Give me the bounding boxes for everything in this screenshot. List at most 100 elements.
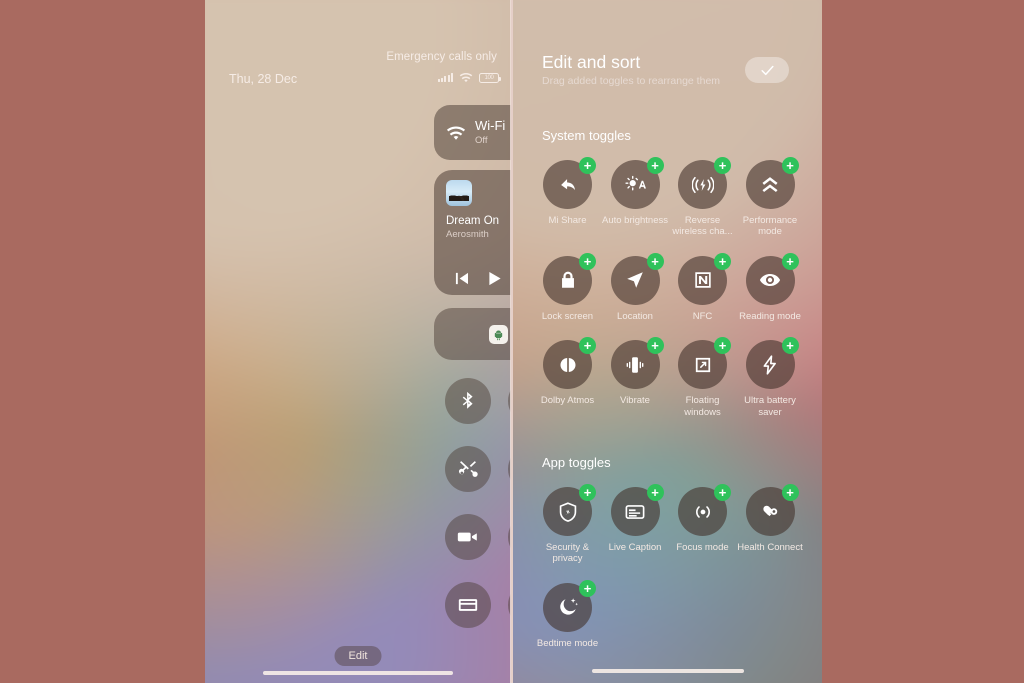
toggle-circle[interactable]: +: [610, 157, 664, 209]
toggle-label: Lock screen: [541, 310, 594, 322]
app-toggles-grid: + Security & privacy + Live Caption + Focus m…: [534, 484, 804, 649]
quick-toggle-bluetooth[interactable]: [444, 378, 491, 424]
toggle-label: Reading mode: [739, 310, 801, 322]
edit-toggle-item[interactable]: + Reading mode: [737, 252, 804, 322]
live-caption-icon: [624, 501, 646, 523]
edit-toggle-item[interactable]: + Security & privacy: [534, 484, 601, 565]
add-toggle-badge[interactable]: +: [579, 337, 596, 355]
album-art: [446, 180, 472, 206]
add-toggle-badge[interactable]: +: [646, 484, 664, 501]
add-toggle-badge[interactable]: +: [579, 579, 596, 597]
wifi-tile[interactable]: Wi-Fi Off: [434, 105, 511, 160]
wifi-tile-subtitle: Off: [475, 134, 488, 146]
auto-brightness-icon: [624, 174, 646, 196]
add-toggle-badge[interactable]: +: [714, 252, 731, 270]
signal-bars-icon: [437, 73, 453, 82]
toggle-circle[interactable]: +: [745, 484, 799, 536]
add-toggle-badge[interactable]: +: [781, 157, 799, 174]
screenshot-icon: [457, 458, 479, 480]
edit-toggle-item[interactable]: + Bedtime mode: [534, 579, 601, 649]
status-bar: Emergency calls only Thu, 28 Dec 100: [205, 46, 511, 86]
track-artist: Aerosmith: [446, 229, 489, 240]
track-title: Dream On: [446, 215, 500, 227]
add-toggle-badge[interactable]: +: [714, 157, 731, 174]
reverse-wireless-charging-icon: [691, 174, 714, 196]
edit-toggle-item[interactable]: + Focus mode: [669, 484, 736, 565]
quick-toggle-grid: [436, 378, 511, 628]
edit-toggle-item[interactable]: + Dolby Atmos: [534, 337, 601, 418]
add-toggle-badge[interactable]: +: [781, 484, 799, 501]
wifi-icon: [446, 125, 466, 140]
toggle-circle[interactable]: +: [678, 157, 731, 209]
add-toggle-badge[interactable]: +: [579, 157, 596, 174]
quick-toggle-screen-recorder[interactable]: [444, 514, 491, 560]
page-title: Edit and sort: [542, 52, 641, 72]
edit-toggle-item[interactable]: + Location: [602, 252, 669, 322]
add-toggle-badge[interactable]: +: [714, 484, 731, 501]
add-toggle-badge[interactable]: +: [646, 157, 664, 174]
toggle-circle[interactable]: +: [543, 157, 596, 209]
screen-recorder-icon: [457, 526, 479, 548]
toggle-circle[interactable]: +: [543, 337, 596, 390]
edit-toggle-item[interactable]: + Auto brightness: [602, 157, 669, 238]
add-toggle-badge[interactable]: +: [579, 252, 596, 270]
previous-track-icon[interactable]: [454, 272, 469, 285]
quick-toggle-wallet[interactable]: [444, 582, 491, 628]
toggle-circle[interactable]: +: [610, 252, 664, 305]
control-center-panel: Emergency calls only Thu, 28 Dec 100 Wi-…: [205, 0, 511, 683]
done-button[interactable]: [745, 57, 789, 83]
dolby-atmos-icon: [557, 354, 579, 376]
toggle-circle[interactable]: +: [678, 484, 731, 536]
edit-button[interactable]: Edit: [334, 646, 382, 666]
toggle-circle[interactable]: +: [745, 157, 799, 209]
add-toggle-badge[interactable]: +: [579, 484, 596, 501]
date-label: Thu, 28 Dec: [229, 72, 298, 86]
android-easter-egg-tile[interactable]: Android Easter Egg: [434, 308, 511, 360]
toggle-label: Mi Share: [548, 215, 587, 226]
toggle-circle[interactable]: +: [745, 252, 799, 305]
play-icon[interactable]: [488, 271, 502, 286]
toggle-label: Live Caption: [608, 542, 662, 553]
media-player-card[interactable]: Dream On Aerosmith: [434, 170, 511, 295]
floating-windows-icon: [692, 354, 714, 376]
focus-mode-icon: [692, 501, 714, 523]
toggle-circle[interactable]: +: [543, 579, 596, 632]
toggle-circle[interactable]: +: [610, 337, 664, 390]
add-toggle-badge[interactable]: +: [781, 252, 799, 270]
toggle-circle[interactable]: +: [543, 484, 596, 536]
edit-toggle-item[interactable]: + Lock screen: [534, 252, 601, 322]
add-toggle-badge[interactable]: +: [714, 337, 731, 355]
add-toggle-badge[interactable]: +: [781, 337, 799, 355]
edit-toggle-item[interactable]: + Health Connect: [737, 484, 804, 565]
toggle-label: Dolby Atmos: [540, 395, 595, 407]
toggle-circle[interactable]: +: [610, 484, 664, 536]
home-indicator: [263, 671, 453, 675]
vibrate-icon: [624, 354, 646, 376]
toggle-label: NFC: [692, 310, 713, 322]
toggle-circle[interactable]: +: [678, 252, 731, 305]
toggle-circle[interactable]: +: [745, 337, 799, 390]
add-toggle-badge[interactable]: +: [646, 252, 664, 270]
toggle-circle[interactable]: +: [543, 252, 596, 305]
connectivity-row: Wi-Fi Off Mobile data Not available: [434, 105, 511, 160]
edit-toggle-item[interactable]: + Live Caption: [602, 484, 669, 565]
quick-toggle-screenshot[interactable]: [444, 446, 491, 492]
edit-toggle-item[interactable]: + Reverse wireless cha...: [669, 157, 736, 238]
wallet-icon: [457, 594, 479, 616]
toggle-label: Ultra battery saver: [744, 395, 796, 418]
page-subtitle: Drag added toggles to rearrange them: [542, 75, 721, 87]
edit-toggle-item[interactable]: + Floating windows: [669, 337, 736, 418]
edit-toggle-item[interactable]: + NFC: [669, 252, 736, 322]
edit-toggle-item[interactable]: + Mi Share: [534, 157, 601, 238]
toggle-circle[interactable]: +: [678, 337, 731, 390]
edit-toggle-item[interactable]: + Vibrate: [602, 337, 669, 418]
battery-icon: 100: [479, 72, 501, 83]
edit-toggle-item[interactable]: + Ultra battery saver: [737, 337, 804, 418]
android-icon: [488, 324, 508, 344]
nfc-icon: [692, 269, 714, 291]
add-toggle-badge[interactable]: +: [646, 337, 664, 355]
edit-toggle-item[interactable]: + Performance mode: [737, 157, 804, 238]
lock-icon: [557, 269, 579, 291]
health-connect-icon: [759, 501, 781, 523]
status-icons: 100: [437, 72, 501, 83]
